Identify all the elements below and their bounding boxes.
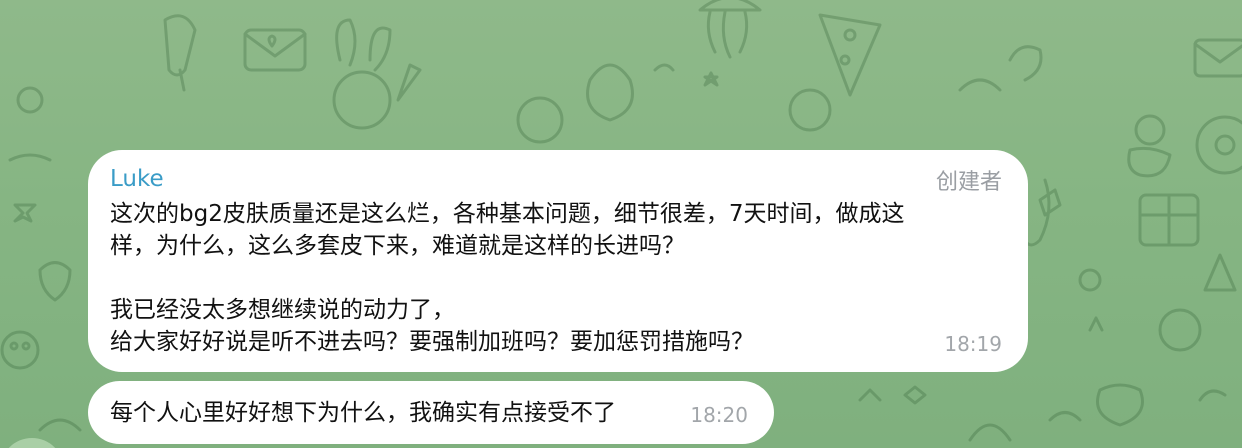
message-line: 给大家好好说是听不进去吗？要强制加班吗？要加惩罚措施吗？ [110, 329, 754, 355]
message-timestamp: 18:19 [944, 332, 1002, 356]
message-line-blank [110, 262, 990, 294]
message-text: 每个人心里好好想下为什么，我确实有点接受不了 [110, 400, 616, 426]
message-line: 我已经没太多想继续说的动力了， [110, 297, 455, 323]
message-bubble[interactable]: 每个人心里好好想下为什么，我确实有点接受不了 18:20 [88, 381, 774, 444]
message-bubble[interactable]: Luke 创建者 这次的bg2皮肤质量还是这么烂，各种基本问题，细节很差，7天时… [88, 150, 1028, 372]
message-line: 样，为什么，这么多套皮下来，难道就是这样的长进吗？ [110, 233, 685, 259]
message-text: 这次的bg2皮肤质量还是这么烂，各种基本问题，细节很差，7天时间，做成这 样，为… [110, 198, 990, 358]
sender-role-badge: 创建者 [935, 170, 1002, 195]
message-timestamp: 18:20 [690, 403, 748, 427]
sender-name[interactable]: Luke [110, 166, 164, 192]
message-line: 这次的bg2皮肤质量还是这么烂，各种基本问题，细节很差，7天时间，做成这 [110, 201, 905, 227]
